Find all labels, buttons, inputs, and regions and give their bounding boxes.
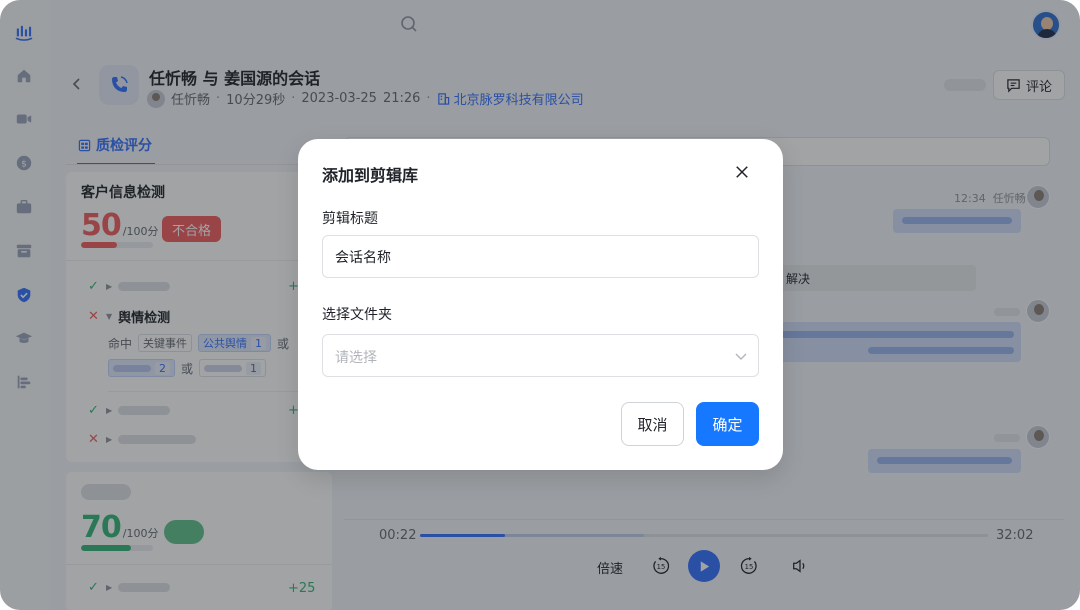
close-icon[interactable]	[733, 163, 751, 181]
dialog-title: 添加到剪辑库	[322, 166, 419, 185]
chevron-down-icon	[735, 353, 747, 360]
clip-title-field	[322, 235, 759, 278]
confirm-button[interactable]: 确定	[696, 402, 759, 446]
cancel-button[interactable]: 取消	[621, 402, 684, 446]
folder-select[interactable]: 请选择	[322, 334, 759, 377]
folder-label: 选择文件夹	[322, 307, 392, 323]
add-to-clip-library-dialog: 添加到剪辑库 剪辑标题 选择文件夹 请选择 取消 确定	[298, 139, 783, 470]
clip-title-input[interactable]	[323, 236, 758, 277]
folder-select-placeholder: 请选择	[335, 350, 377, 366]
app-window: $ 任忻畅 与 姜国源的会话 任忻畅 · 10分29秒 · 2023-03-25…	[0, 0, 1080, 610]
clip-title-label: 剪辑标题	[322, 211, 378, 227]
